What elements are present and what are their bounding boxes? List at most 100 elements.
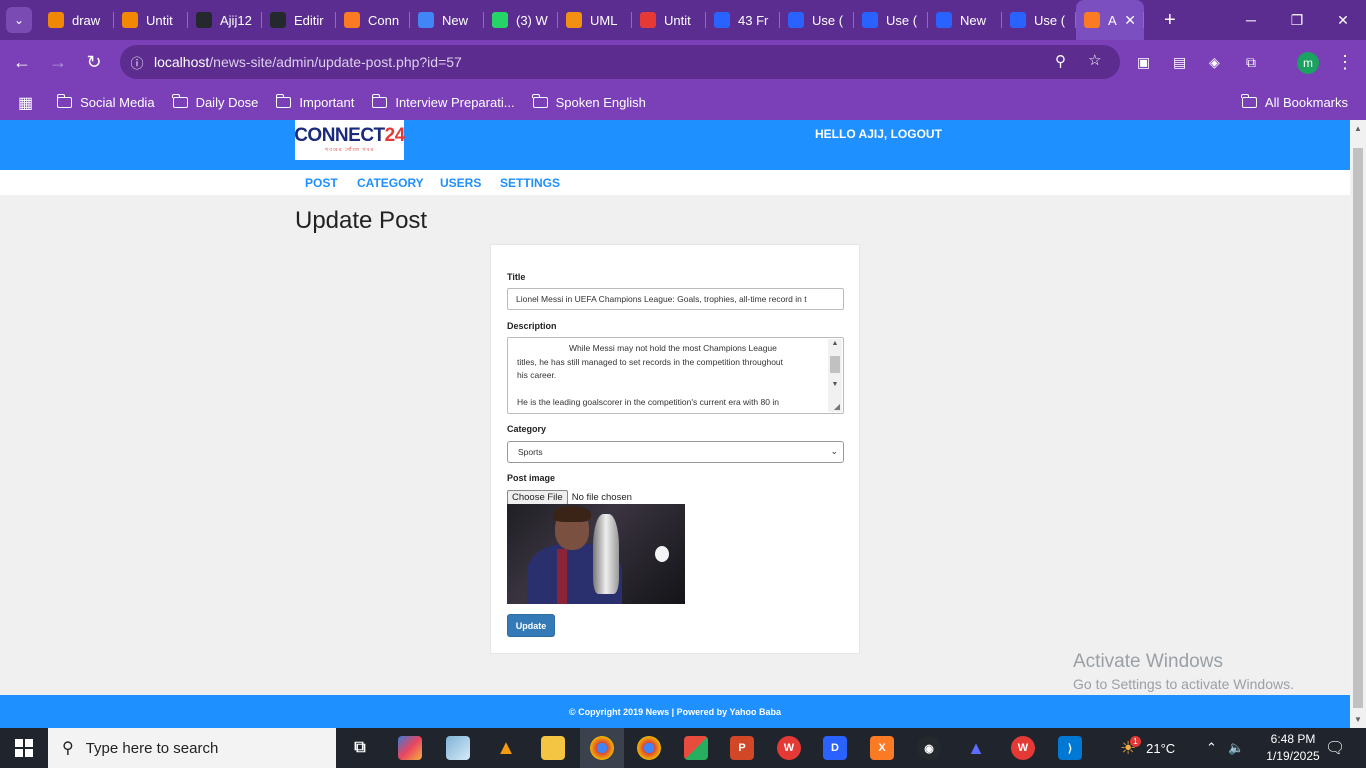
wps-icon[interactable]: W [777,736,801,760]
vlc-icon[interactable]: ▲ [494,736,518,760]
textarea-scroll-thumb[interactable] [830,356,840,373]
browser-menu-icon[interactable]: ⋮ [1336,40,1354,85]
dsa-icon[interactable]: D [823,736,847,760]
bookmark-folder[interactable]: Important [275,94,354,110]
scroll-up-arrow-icon[interactable]: ▲ [828,340,842,347]
volume-icon[interactable]: 🔈 [1228,728,1244,768]
app-icon[interactable]: ▲ [964,736,988,760]
chrome-icon[interactable] [590,736,614,760]
app-icon[interactable] [684,736,708,760]
url-text[interactable]: localhost/news-site/admin/update-post.ph… [154,54,462,70]
site-info-icon[interactable]: ⓘ [120,53,154,72]
bookmark-label: Spoken English [555,95,646,110]
description-textarea[interactable]: While Messi may not hold the most Champi… [507,337,844,414]
address-bar[interactable]: ⓘ localhost/news-site/admin/update-post.… [120,45,1120,79]
all-bookmarks[interactable]: All Bookmarks [1241,94,1348,110]
browser-tab[interactable]: Conn [336,0,410,40]
file-input[interactable]: Choose File No file chosen [507,490,632,505]
menu-category[interactable]: CATEGORY [357,176,424,190]
description-line: titles, he has still managed to set reco… [517,356,784,367]
scroll-down-arrow-icon[interactable]: ▼ [1350,715,1366,724]
extension-icon-3[interactable]: ◈ [1209,40,1220,85]
tab-label: (3) W [516,12,548,28]
scroll-up-arrow-icon[interactable]: ▲ [1350,124,1366,133]
folder-icon [275,94,292,108]
taskbar-search[interactable]: ⚲ Type here to search [48,728,336,768]
start-button[interactable] [0,728,48,768]
notifications-icon[interactable]: 🗨 [1325,728,1345,768]
bookmark-folder[interactable]: Spoken English [532,94,646,110]
scroll-down-arrow-icon[interactable]: ▼ [828,381,842,388]
forward-button[interactable]: → [40,45,76,81]
extension-icon-1[interactable]: ▣ [1137,40,1150,85]
folder-icon [1241,94,1257,108]
task-view-icon[interactable]: ⧉ [348,736,372,760]
menu-settings[interactable]: SETTINGS [500,176,560,190]
back-button[interactable]: ← [4,45,40,81]
menu-users[interactable]: USERS [440,176,481,190]
wps-office-icon[interactable]: W [1011,736,1035,760]
xampp-icon [1084,12,1100,28]
tab-label: Ajij12 [220,12,252,28]
system-clock[interactable]: 6:48 PM 1/19/2025 [1258,731,1328,765]
bookmark-folder[interactable]: Social Media [56,94,155,110]
browser-tab[interactable]: Use ( [1002,0,1076,40]
close-window-button[interactable]: ✕ [1320,0,1366,40]
active-browser-tab[interactable]: A ✕ [1076,0,1144,40]
browser-tab-strip: ⌄ draw Untit Ajij12 Editir Conn New (3) W UML Un… [0,0,1366,40]
page-scroll-thumb[interactable] [1353,148,1363,708]
bookmark-label: Social Media [80,95,155,110]
restore-button[interactable]: ❐ [1274,0,1320,40]
photo-shape [553,506,591,522]
menu-post[interactable]: POST [305,176,338,190]
site-logo[interactable]: CONNECT24 খবরের খোঁজে খবর [294,120,406,160]
browser-tab[interactable]: Use ( [780,0,854,40]
admin-menu: POST CATEGORY USERS SETTINGS [0,170,1350,195]
close-tab-icon[interactable]: ✕ [1124,12,1136,29]
category-select[interactable]: Sports ⌄ [507,441,844,463]
browser-tab[interactable]: Use ( [854,0,928,40]
browser-tab[interactable]: Ajij12 [188,0,262,40]
github-icon[interactable]: ◉ [917,736,941,760]
browser-tab[interactable]: New [410,0,484,40]
browser-tab[interactable]: draw [40,0,114,40]
zoom-icon[interactable]: ⚲ [1055,52,1066,70]
bookmark-star-icon[interactable]: ☆ [1088,51,1101,69]
logout-link[interactable]: HELLO AJIJ, LOGOUT [815,127,942,141]
choose-file-button[interactable]: Choose File [507,490,568,505]
browser-tab[interactable]: UML [558,0,632,40]
resize-grip-icon[interactable]: ◢ [832,402,842,412]
minimize-button[interactable]: ─ [1228,0,1274,40]
browser-tab[interactable]: (3) W [484,0,558,40]
file-explorer-icon[interactable] [541,736,565,760]
apps-grid-icon[interactable]: ▦ [18,93,33,113]
browser-tab[interactable]: New [928,0,1002,40]
new-tab-button[interactable]: + [1164,9,1176,32]
app-icon[interactable] [446,736,470,760]
vscode-icon[interactable]: ⟩ [1058,736,1082,760]
weather-widget[interactable]: ☀ 1 21°C [1120,728,1175,768]
extension-icon-2[interactable]: ▤ [1173,40,1186,85]
tab-label: Untit [664,12,691,28]
extensions-puzzle-icon[interactable]: ⧉ [1246,40,1256,85]
profile-avatar[interactable]: m [1297,40,1319,85]
chrome-icon[interactable] [637,736,661,760]
browser-tab[interactable]: Editir [262,0,336,40]
tab-search-button[interactable]: ⌄ [6,7,32,33]
browser-tab[interactable]: 43 Fr [706,0,780,40]
post-image-preview [507,504,685,604]
watermark-title: Activate Windows [1073,651,1223,672]
reload-button[interactable]: ↻ [76,45,112,81]
bookmark-folder[interactable]: Interview Preparati... [371,94,515,110]
logo-number: 24 [384,125,406,146]
tray-chevron-up-icon[interactable]: ⌃ [1206,728,1217,768]
browser-tab[interactable]: Untit [632,0,706,40]
bookmark-folder[interactable]: Daily Dose [172,94,258,110]
browser-tab[interactable]: Untit [114,0,188,40]
title-input[interactable]: Lionel Messi in UEFA Champions League: G… [507,288,844,310]
page-scrollbar[interactable]: ▲ ▼ [1350,120,1366,728]
update-button[interactable]: Update [507,614,555,637]
powerpoint-icon[interactable]: P [730,736,754,760]
copilot-icon[interactable] [398,736,422,760]
xampp-icon[interactable]: X [870,736,894,760]
